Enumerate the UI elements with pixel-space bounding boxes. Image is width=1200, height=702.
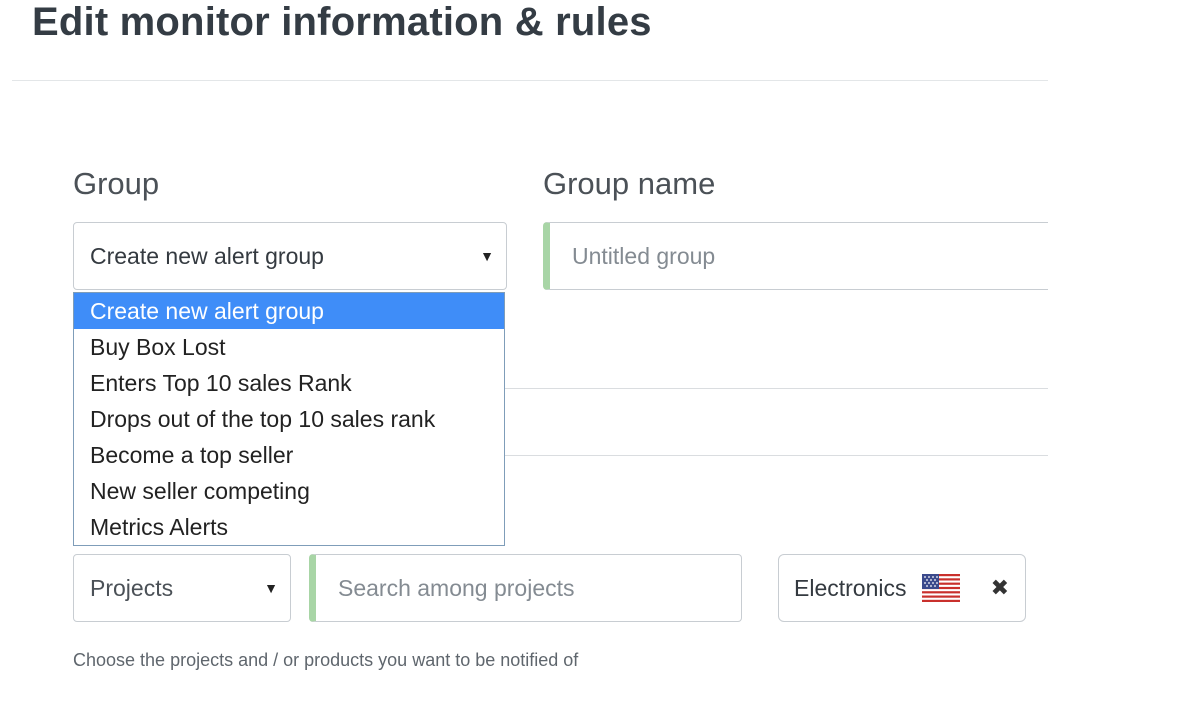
selected-project-tag: Electronics ✖ [778,554,1026,622]
group-select-value: Create new alert group [90,242,324,269]
group-name-label: Group name [543,166,716,201]
caret-down-icon: ▼ [480,248,494,264]
group-label: Group [73,166,160,201]
remove-tag-icon[interactable]: ✖ [991,575,1009,601]
dropdown-option-enters-top-10[interactable]: Enters Top 10 sales Rank [74,365,504,401]
dropdown-option-metrics-alerts[interactable]: Metrics Alerts [74,509,504,545]
dropdown-option-drops-out-top-10[interactable]: Drops out of the top 10 sales rank [74,401,504,437]
dropdown-option-become-top-seller[interactable]: Become a top seller [74,437,504,473]
search-projects-input[interactable]: Search among projects [309,554,742,622]
title-divider [12,80,1048,81]
group-name-placeholder: Untitled group [572,242,716,269]
caret-down-icon: ▼ [264,580,278,596]
scope-select-value: Projects [90,574,174,601]
us-flag-icon [922,574,961,602]
group-select[interactable]: Create new alert group ▼ [73,222,507,290]
group-dropdown-list: Create new alert group Buy Box Lost Ente… [73,292,505,546]
page-margin [1048,0,1200,702]
dropdown-option-buy-box-lost[interactable]: Buy Box Lost [74,329,504,365]
form-row-divider [505,388,1048,389]
tag-label: Electronics [794,574,907,601]
dropdown-option-create-new-alert-group[interactable]: Create new alert group [74,293,504,329]
help-text: Choose the projects and / or products yo… [73,650,579,670]
edit-monitor-page: Edit monitor information & rules Group G… [0,0,1200,702]
group-name-input[interactable]: Untitled group [543,222,1063,290]
dropdown-option-new-seller-competing[interactable]: New seller competing [74,473,504,509]
page-title: Edit monitor information & rules [32,0,652,44]
form-row-divider [505,455,1048,456]
search-projects-placeholder: Search among projects [338,574,575,601]
scope-select[interactable]: Projects ▼ [73,554,291,622]
